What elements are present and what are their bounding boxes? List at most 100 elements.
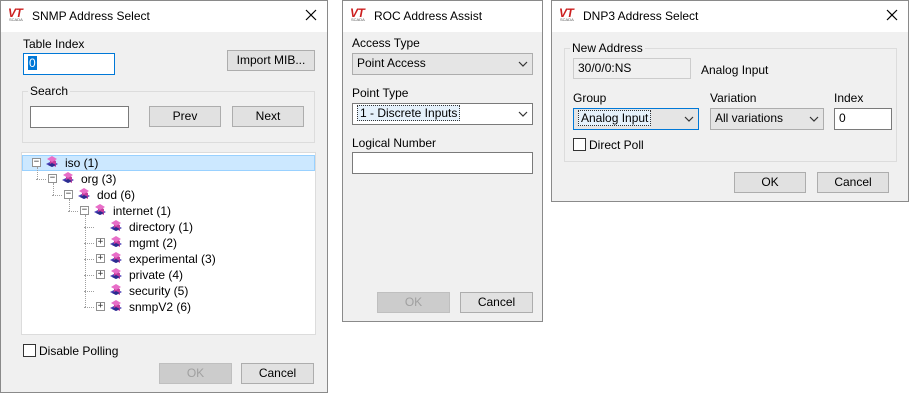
table-index-value: 0 bbox=[28, 56, 37, 70]
tree-node[interactable]: + private (4) bbox=[96, 267, 302, 283]
logical-number-input[interactable] bbox=[352, 152, 533, 174]
group-label: Group bbox=[573, 91, 607, 105]
dnp3-cancel-button[interactable]: Cancel bbox=[817, 172, 889, 193]
collapse-icon[interactable]: − bbox=[48, 174, 57, 183]
dnp3-title: DNP3 Address Select bbox=[583, 9, 699, 23]
logo-sub: SCADA bbox=[351, 17, 365, 22]
dnp3-ok-button[interactable]: OK bbox=[734, 172, 806, 193]
access-type-label: Access Type bbox=[352, 36, 420, 50]
tree-node[interactable]: − iso (1) bbox=[32, 155, 302, 171]
tree-node-label: private (4) bbox=[129, 268, 184, 282]
table-index-label: Table Index bbox=[23, 37, 85, 51]
mib-node-icon bbox=[108, 299, 126, 315]
tree-node-label: internet (1) bbox=[113, 204, 172, 218]
tree-connector bbox=[85, 215, 86, 307]
tree-node-label: snmpV2 (6) bbox=[129, 300, 192, 314]
close-icon[interactable] bbox=[884, 7, 900, 23]
vt-scada-logo: VT SCADA bbox=[559, 7, 579, 25]
group-value: Analog Input bbox=[578, 110, 652, 126]
tree-connector bbox=[53, 183, 54, 195]
tree-node[interactable]: + experimental (3) bbox=[96, 251, 302, 267]
tree-connector bbox=[84, 307, 94, 308]
table-index-input[interactable]: 0 bbox=[23, 53, 115, 75]
tree-node[interactable]: directory (1) bbox=[96, 219, 302, 235]
mib-node-icon bbox=[108, 235, 126, 251]
access-type-select[interactable]: Point Access bbox=[352, 53, 533, 75]
roc-title: ROC Address Assist bbox=[374, 9, 483, 23]
tree-node-label: dod (6) bbox=[97, 188, 136, 202]
variation-value: All variations bbox=[715, 111, 784, 125]
snmp-cancel-button[interactable]: Cancel bbox=[241, 363, 314, 384]
variation-select[interactable]: All variations bbox=[710, 108, 824, 130]
collapse-icon[interactable]: − bbox=[32, 158, 41, 167]
collapse-icon[interactable]: − bbox=[64, 190, 73, 199]
direct-poll-checkbox[interactable] bbox=[573, 138, 586, 151]
roc-dialog: VT SCADA ROC Address Assist Access Type … bbox=[342, 0, 543, 322]
logical-number-label: Logical Number bbox=[352, 136, 437, 150]
expand-icon[interactable]: + bbox=[96, 302, 105, 311]
access-type-value: Point Access bbox=[357, 56, 426, 70]
roc-cancel-button[interactable]: Cancel bbox=[460, 292, 533, 313]
mib-node-icon bbox=[60, 171, 78, 187]
snmp-title: SNMP Address Select bbox=[32, 9, 150, 23]
new-address-label: New Address bbox=[570, 41, 645, 55]
mib-node-icon bbox=[108, 219, 126, 235]
point-type-label: Point Type bbox=[352, 86, 409, 100]
chevron-down-icon bbox=[684, 116, 694, 122]
prev-button[interactable]: Prev bbox=[149, 106, 221, 127]
snmp-titlebar[interactable]: VT SCADA SNMP Address Select bbox=[1, 1, 327, 32]
next-button[interactable]: Next bbox=[232, 106, 304, 127]
mib-node-icon bbox=[108, 267, 126, 283]
disable-polling-label: Disable Polling bbox=[39, 344, 119, 358]
mib-node-icon bbox=[44, 155, 62, 171]
expand-icon[interactable]: + bbox=[96, 270, 105, 279]
direct-poll-label: Direct Poll bbox=[589, 138, 644, 152]
dnp3-titlebar[interactable]: VT SCADA DNP3 Address Select bbox=[552, 1, 908, 32]
index-label: Index bbox=[834, 91, 864, 105]
point-type-select[interactable]: 1 - Discrete Inputs bbox=[352, 103, 533, 125]
group-select[interactable]: Analog Input bbox=[573, 108, 699, 130]
roc-titlebar[interactable]: VT SCADA ROC Address Assist bbox=[343, 1, 542, 32]
new-address-display: 30/0/0:NS bbox=[573, 58, 691, 79]
address-type-text: Analog Input bbox=[701, 63, 769, 77]
disable-polling-checkbox[interactable] bbox=[23, 344, 36, 357]
search-label: Search bbox=[28, 84, 71, 98]
import-mib-button[interactable]: Import MIB... bbox=[227, 50, 315, 71]
tree-node[interactable]: − org (3) bbox=[48, 171, 302, 187]
tree-node-label: org (3) bbox=[81, 172, 117, 186]
tree-connector bbox=[69, 199, 70, 211]
close-icon[interactable] bbox=[303, 7, 319, 23]
search-input[interactable] bbox=[30, 106, 129, 128]
vt-scada-logo: VT SCADA bbox=[350, 7, 370, 25]
tree-node-label: directory (1) bbox=[129, 220, 194, 234]
mib-tree[interactable]: − iso (1) − org (3) − dod (6) − internet (1) dir… bbox=[21, 152, 316, 335]
tree-node[interactable]: − dod (6) bbox=[64, 187, 302, 203]
roc-ok-button[interactable]: OK bbox=[377, 292, 450, 313]
snmp-ok-button[interactable]: OK bbox=[159, 363, 232, 384]
tree-connector bbox=[36, 179, 46, 180]
logo-sub: SCADA bbox=[560, 17, 574, 22]
tree-node-label: experimental (3) bbox=[129, 252, 216, 266]
tree-node-label: security (5) bbox=[129, 284, 189, 298]
expand-icon[interactable]: + bbox=[96, 238, 105, 247]
tree-connector bbox=[37, 167, 38, 179]
tree-node[interactable]: + mgmt (2) bbox=[96, 235, 302, 251]
tree-node[interactable]: security (5) bbox=[96, 283, 302, 299]
tree-connector bbox=[52, 195, 62, 196]
chevron-down-icon bbox=[518, 111, 528, 117]
mib-node-icon bbox=[108, 251, 126, 267]
tree-node-label: iso (1) bbox=[65, 156, 99, 170]
vt-scada-logo: VT SCADA bbox=[8, 7, 28, 25]
tree-node[interactable]: − internet (1) bbox=[80, 203, 302, 219]
dnp3-dialog: VT SCADA DNP3 Address Select New Address… bbox=[551, 0, 909, 202]
index-input[interactable]: 0 bbox=[834, 108, 892, 130]
tree-node-label: mgmt (2) bbox=[129, 236, 177, 250]
mib-node-icon bbox=[108, 283, 126, 299]
snmp-dialog: VT SCADA SNMP Address Select Table Index… bbox=[0, 0, 328, 393]
mib-node-icon bbox=[92, 203, 110, 219]
tree-node[interactable]: + snmpV2 (6) bbox=[96, 299, 302, 315]
point-type-value: 1 - Discrete Inputs bbox=[357, 105, 461, 121]
expand-icon[interactable]: + bbox=[96, 254, 105, 263]
variation-label: Variation bbox=[710, 91, 757, 105]
collapse-icon[interactable]: − bbox=[80, 206, 89, 215]
